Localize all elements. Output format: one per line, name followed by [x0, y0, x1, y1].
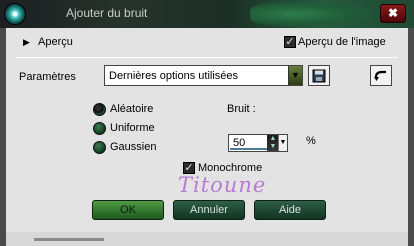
- preview-label[interactable]: Aperçu: [38, 36, 73, 48]
- title-decoration: [250, 0, 380, 28]
- close-button[interactable]: ✖: [380, 4, 406, 23]
- radio-uniforme[interactable]: [93, 122, 106, 135]
- noise-slider-track[interactable]: [230, 148, 267, 150]
- watermark-signature: Titoune: [178, 173, 267, 197]
- chevron-down-icon[interactable]: ▼: [288, 66, 302, 85]
- save-preset-button[interactable]: [308, 65, 330, 86]
- radio-label-gaussien[interactable]: Gaussien: [110, 141, 156, 153]
- dialog-panel: ▶ Aperçu ✓ Aperçu de l'image Paramètres …: [6, 28, 408, 232]
- image-preview-label[interactable]: Aperçu de l'image: [298, 36, 386, 48]
- app-orb-icon: [4, 3, 26, 25]
- noise-unit: %: [306, 135, 316, 147]
- radio-label-uniforme[interactable]: Uniforme: [110, 122, 155, 134]
- separator: [16, 57, 398, 58]
- ok-button[interactable]: OK: [92, 200, 164, 220]
- undo-arrow-icon: [374, 70, 386, 81]
- chevron-down-icon[interactable]: ▼: [278, 135, 287, 151]
- dialog-window: Ajouter du bruit ✖ ▶ Aperçu ✓ Aperçu de …: [0, 0, 414, 246]
- radio-aleatoire[interactable]: [93, 103, 106, 116]
- noise-spinbox[interactable]: 50 ▲ ▼ ▼: [228, 134, 288, 152]
- preview-toggle-icon[interactable]: ▶: [23, 37, 30, 48]
- status-mark: [34, 238, 104, 241]
- window-title: Ajouter du bruit: [66, 6, 148, 20]
- radio-label-aleatoire[interactable]: Aléatoire: [110, 103, 153, 115]
- noise-label: Bruit :: [227, 103, 256, 115]
- reset-button[interactable]: [370, 65, 392, 86]
- preset-select[interactable]: Dernières options utilisées ▼: [104, 65, 303, 86]
- radio-gaussien[interactable]: [93, 141, 106, 154]
- save-icon: [312, 69, 326, 83]
- bottom-strip: [6, 232, 408, 246]
- preset-value: Dernières options utilisées: [109, 70, 239, 82]
- settings-label: Paramètres: [19, 71, 76, 83]
- title-bar[interactable]: Ajouter du bruit ✖: [0, 0, 414, 28]
- cancel-button[interactable]: Annuler: [173, 200, 245, 220]
- image-preview-checkbox[interactable]: ✓: [284, 36, 296, 48]
- help-button[interactable]: Aide: [254, 200, 326, 220]
